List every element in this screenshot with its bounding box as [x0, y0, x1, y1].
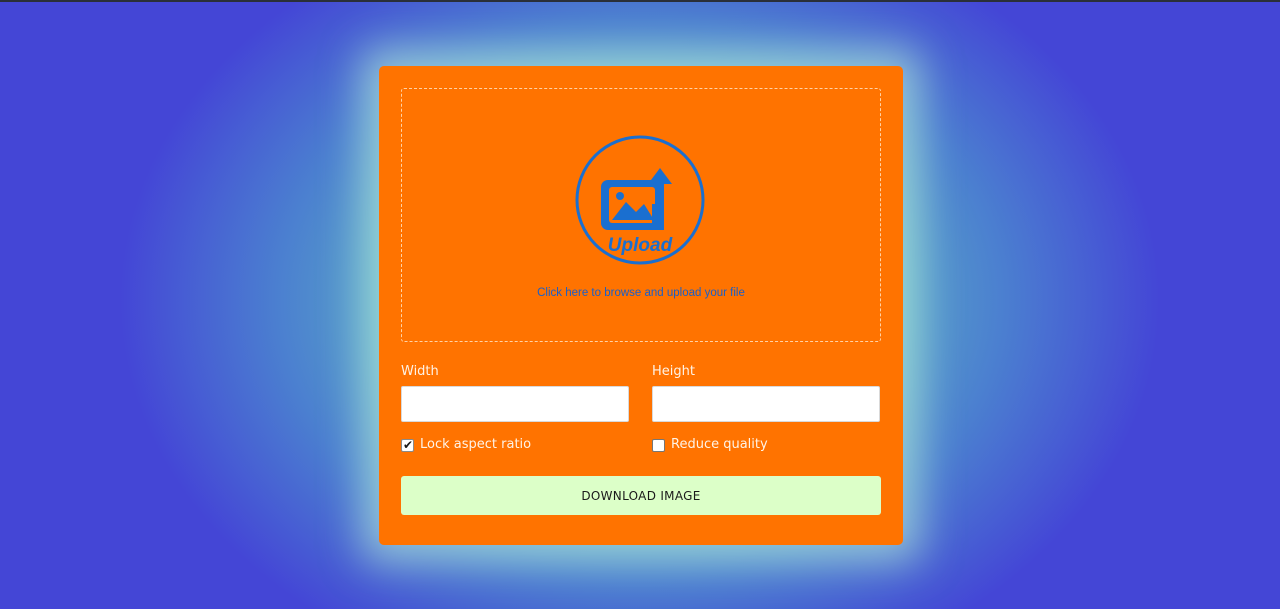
upload-icon-label: Upload [608, 235, 673, 256]
width-label: Width [401, 364, 439, 379]
download-image-button[interactable]: DOWNLOAD IMAGE [401, 476, 881, 515]
browser-top-edge [0, 0, 1280, 2]
reduce-quality-checkbox[interactable] [652, 439, 665, 452]
width-input[interactable] [401, 386, 629, 422]
resizer-card: Upload Click here to browse and upload y… [379, 66, 903, 545]
height-label: Height [652, 364, 695, 379]
lock-aspect-ratio-label: Lock aspect ratio [420, 437, 532, 452]
lock-aspect-ratio-checkbox[interactable]: ✔ [401, 438, 414, 452]
upload-image-icon: Upload [575, 135, 705, 265]
height-input[interactable] [652, 386, 880, 422]
checkmark-icon: ✔ [403, 438, 414, 452]
upload-dropzone[interactable]: Upload Click here to browse and upload y… [401, 88, 881, 342]
upload-prompt: Click here to browse and upload your fil… [537, 287, 745, 299]
reduce-quality-label: Reduce quality [671, 437, 768, 452]
